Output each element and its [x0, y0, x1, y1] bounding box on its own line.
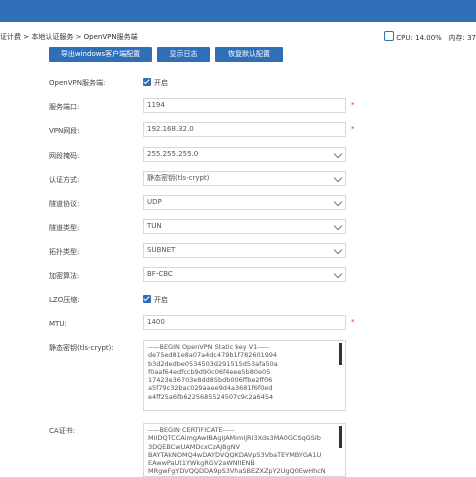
chevron-down-icon [333, 221, 343, 231]
static-key-label: 静态密钥(tls-crypt): [49, 344, 114, 352]
restore-default-button[interactable]: 恢复默认配置 [215, 47, 283, 62]
mask-select[interactable]: 255.255.255.0 [143, 147, 346, 162]
system-status: CPU: 14.00% 内存: 37 [384, 31, 476, 43]
breadcrumb: 证计费 > 本地认证服务 > OpenVPN服务端 [0, 33, 138, 41]
chevron-down-icon [333, 245, 343, 255]
tunnel-protocol-select[interactable]: UDP [143, 195, 346, 210]
topology-select[interactable]: SUBNET [143, 243, 346, 258]
scrollbar[interactable] [339, 343, 342, 365]
chevron-down-icon [333, 269, 343, 279]
server-enable-text: 开启 [154, 79, 168, 87]
memory-usage: 内存: 37 [448, 34, 476, 42]
auth-value: 静态密钥(tls-crypt) [147, 174, 210, 182]
cpu-icon [384, 31, 395, 41]
cipher-value: BF-CBC [147, 270, 173, 278]
chevron-down-icon [333, 173, 343, 183]
server-enable-checkbox[interactable]: 开启 [143, 77, 168, 89]
mask-label: 网段掩码: [49, 152, 80, 160]
topology-label: 拓扑类型: [49, 248, 80, 256]
mask-value: 255.255.255.0 [147, 150, 199, 158]
static-key-textarea[interactable]: -----BEGIN OpenVPN Static key V1----- de… [143, 340, 346, 411]
vpn-net-label: VPN网段: [49, 127, 80, 135]
export-windows-config-button[interactable]: 导出windows客户端配置 [49, 47, 152, 62]
top-bar [0, 0, 476, 22]
required-mark: * [351, 125, 355, 133]
vpn-net-input[interactable]: 192.168.32.0 [143, 122, 346, 137]
mtu-label: MTU: [49, 320, 67, 328]
ca-cert-textarea[interactable]: -----BEGIN CERTIFICATE----- MIIDQTCCAimg… [143, 423, 346, 477]
static-key-text: -----BEGIN OpenVPN Static key V1----- de… [148, 343, 278, 401]
cipher-select[interactable]: BF-CBC [143, 267, 346, 282]
port-input[interactable]: 1194 [143, 98, 346, 113]
required-mark: * [351, 318, 355, 326]
chevron-down-icon [333, 197, 343, 207]
cpu-usage: CPU: 14.00% [396, 34, 442, 42]
lzo-label: LZO压缩: [49, 296, 80, 304]
tunnel-type-value: TUN [147, 222, 162, 230]
lzo-enable-checkbox[interactable]: 开启 [143, 294, 168, 306]
port-label: 服务端口: [49, 103, 80, 111]
auth-select[interactable]: 静态密钥(tls-crypt) [143, 171, 346, 186]
ca-cert-text: -----BEGIN CERTIFICATE----- MIIDQTCCAimg… [148, 426, 326, 476]
lzo-enable-text: 开启 [154, 296, 168, 304]
cipher-label: 加密算法: [49, 272, 80, 280]
ca-cert-label: CA证书: [49, 427, 76, 435]
checkbox-checked-icon [143, 78, 151, 86]
topology-value: SUBNET [147, 246, 176, 254]
required-mark: * [351, 101, 355, 109]
tunnel-type-label: 隧道类型: [49, 224, 80, 232]
tunnel-type-select[interactable]: TUN [143, 219, 346, 234]
mtu-input[interactable]: 1400 [143, 315, 346, 330]
tunnel-protocol-value: UDP [147, 198, 162, 206]
show-log-button[interactable]: 显示日志 [157, 47, 210, 62]
tunnel-protocol-label: 隧道协议: [49, 200, 80, 208]
checkbox-checked-icon [143, 295, 151, 303]
chevron-down-icon [333, 149, 343, 159]
server-label: OpenVPN服务端: [49, 79, 106, 87]
scrollbar[interactable] [339, 426, 342, 448]
auth-label: 认证方式: [49, 176, 80, 184]
